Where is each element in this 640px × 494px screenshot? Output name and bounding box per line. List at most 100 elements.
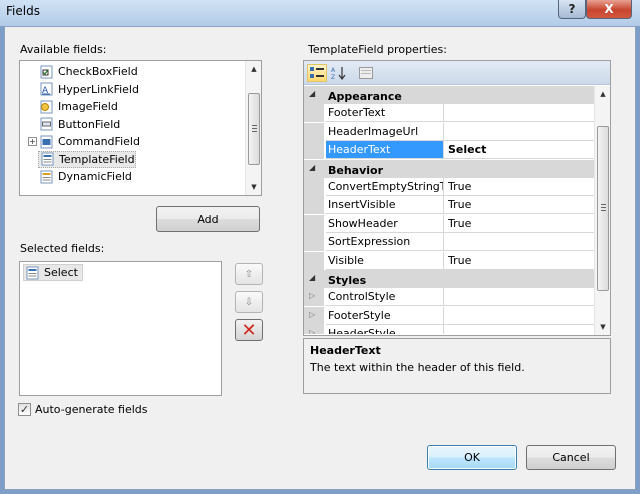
property-value[interactable] bbox=[444, 307, 594, 325]
scrollbar-thumb[interactable] bbox=[248, 93, 260, 165]
image-field-icon bbox=[38, 100, 54, 114]
add-button[interactable]: Add bbox=[156, 206, 260, 232]
available-field-item[interactable]: + CommandField bbox=[28, 133, 140, 150]
selected-fields-label: Selected fields: bbox=[20, 242, 105, 255]
property-value[interactable]: Select bbox=[444, 141, 594, 160]
property-grid-scrollbar[interactable]: ▲ ▼ bbox=[594, 86, 610, 335]
property-category[interactable]: ◢ Styles bbox=[304, 270, 594, 288]
help-button[interactable]: ? bbox=[558, 0, 586, 19]
collapse-triangle-icon[interactable]: ◢ bbox=[309, 89, 315, 98]
property-value[interactable]: True bbox=[444, 196, 594, 215]
property-name[interactable]: HeaderText bbox=[326, 141, 444, 160]
property-name[interactable]: FooterStyle bbox=[326, 306, 444, 325]
category-label: Styles bbox=[328, 274, 367, 287]
property-name[interactable]: InsertVisible bbox=[326, 196, 444, 215]
dialog-body: Available fields: CheckBoxField A HyperLin… bbox=[4, 26, 636, 490]
delete-field-button[interactable]: ✕ bbox=[235, 319, 263, 341]
svg-text:Z: Z bbox=[331, 74, 335, 80]
expand-triangle-icon[interactable]: ▷ bbox=[309, 310, 315, 319]
move-down-button[interactable]: ⇩ bbox=[235, 291, 263, 313]
description-title: HeaderText bbox=[310, 344, 381, 357]
property-value[interactable]: True bbox=[444, 215, 594, 233]
property-category[interactable]: ◢ Behavior bbox=[304, 159, 594, 178]
move-up-button[interactable]: ⇧ bbox=[235, 263, 263, 285]
property-grid-toolbar: AZ bbox=[304, 61, 610, 85]
property-name[interactable]: ShowHeader bbox=[326, 214, 444, 233]
scrollbar-thumb[interactable] bbox=[597, 126, 609, 291]
selected-fields-list[interactable]: Select bbox=[19, 261, 222, 396]
svg-text:A: A bbox=[331, 67, 336, 74]
collapse-triangle-icon[interactable]: ◢ bbox=[309, 273, 315, 282]
property-value[interactable] bbox=[444, 288, 594, 307]
property-pages-button[interactable] bbox=[356, 64, 376, 82]
available-field-item[interactable]: ImageField bbox=[38, 98, 118, 115]
property-row[interactable]: ▷ ControlStyle bbox=[304, 288, 594, 307]
expand-triangle-icon[interactable]: ▷ bbox=[309, 328, 315, 334]
auto-generate-label: Auto-generate fields bbox=[35, 403, 148, 416]
available-fields-tree[interactable]: CheckBoxField A HyperLinkField ImageField Bu… bbox=[19, 60, 262, 196]
property-row[interactable]: HeaderText Select bbox=[304, 141, 594, 160]
property-value[interactable]: True bbox=[444, 178, 594, 196]
property-value[interactable] bbox=[444, 233, 594, 252]
collapse-triangle-icon[interactable]: ◢ bbox=[309, 163, 315, 172]
property-name[interactable]: ConvertEmptyStringToNull bbox=[326, 178, 444, 196]
property-name[interactable]: HeaderImageUrl bbox=[326, 122, 444, 141]
property-row[interactable]: FooterText bbox=[304, 104, 594, 123]
property-row[interactable]: ▷ FooterStyle bbox=[304, 306, 594, 325]
property-value[interactable] bbox=[444, 325, 594, 334]
selected-field-label: Select bbox=[44, 266, 78, 279]
property-grid: AZ ◢ Appearance FooterText HeaderImageUrl He… bbox=[303, 60, 611, 336]
description-text: The text within the header of this field… bbox=[310, 361, 525, 374]
property-row[interactable]: SortExpression bbox=[304, 233, 594, 252]
property-name[interactable]: SortExpression bbox=[326, 233, 444, 252]
delete-x-icon: ✕ bbox=[241, 319, 257, 341]
checkbox-field-icon bbox=[38, 65, 54, 79]
property-value[interactable]: True bbox=[444, 252, 594, 270]
available-field-item[interactable]: A HyperLinkField bbox=[38, 81, 139, 98]
close-icon: X bbox=[604, 2, 614, 16]
property-description-panel: HeaderText The text within the header of… bbox=[303, 338, 611, 394]
expand-triangle-icon[interactable]: ▷ bbox=[309, 291, 315, 300]
available-field-label: DynamicField bbox=[58, 170, 132, 183]
available-field-item[interactable]: ButtonField bbox=[38, 116, 120, 133]
property-name[interactable]: Visible bbox=[326, 251, 444, 270]
available-fields-scrollbar[interactable]: ▲ ▼ bbox=[245, 61, 261, 195]
available-field-item[interactable]: DynamicField bbox=[38, 168, 132, 185]
property-category[interactable]: ◢ Appearance bbox=[304, 86, 594, 104]
category-label: Appearance bbox=[328, 90, 402, 103]
property-name[interactable]: HeaderStyle bbox=[326, 325, 444, 334]
categorized-button[interactable] bbox=[307, 64, 327, 82]
close-button[interactable]: X bbox=[586, 0, 632, 19]
property-row[interactable]: ConvertEmptyStringToNullTrue bbox=[304, 178, 594, 196]
property-grid-rows: ◢ Appearance FooterText HeaderImageUrl Heade… bbox=[304, 86, 594, 334]
available-field-item[interactable]: CheckBoxField bbox=[38, 63, 138, 80]
scroll-down-icon[interactable]: ▼ bbox=[246, 179, 262, 195]
help-icon: ? bbox=[568, 2, 576, 16]
auto-generate-checkbox[interactable]: ✓ bbox=[18, 403, 31, 416]
available-field-label: ButtonField bbox=[58, 117, 121, 131]
available-field-item[interactable]: TemplateField bbox=[38, 150, 136, 168]
categorized-icon bbox=[310, 67, 324, 78]
window-title: Fields bbox=[6, 4, 40, 18]
template-field-icon bbox=[39, 152, 55, 166]
property-row[interactable]: Visible True bbox=[304, 251, 594, 270]
property-row[interactable]: ▷ HeaderStyle bbox=[304, 325, 594, 334]
ok-button[interactable]: OK bbox=[427, 445, 517, 470]
scroll-up-icon[interactable]: ▲ bbox=[246, 61, 262, 77]
hyperlink-field-icon: A bbox=[38, 82, 54, 96]
property-row[interactable]: ShowHeader True bbox=[304, 214, 594, 233]
cancel-button[interactable]: Cancel bbox=[526, 445, 616, 470]
property-row[interactable]: InsertVisible True bbox=[304, 196, 594, 215]
expand-icon[interactable]: + bbox=[28, 137, 37, 146]
scroll-down-icon[interactable]: ▼ bbox=[595, 319, 611, 335]
property-name[interactable]: ControlStyle bbox=[326, 288, 444, 307]
selected-field-item[interactable]: Select bbox=[23, 264, 83, 281]
property-value[interactable] bbox=[444, 104, 594, 123]
property-name[interactable]: FooterText bbox=[326, 104, 444, 123]
button-field-icon bbox=[38, 117, 54, 131]
alphabetical-button[interactable]: AZ bbox=[329, 64, 349, 82]
property-value[interactable] bbox=[444, 123, 594, 141]
scroll-up-icon[interactable]: ▲ bbox=[595, 86, 611, 102]
arrow-down-icon: ⇩ bbox=[244, 296, 254, 308]
property-row[interactable]: HeaderImageUrl bbox=[304, 122, 594, 141]
